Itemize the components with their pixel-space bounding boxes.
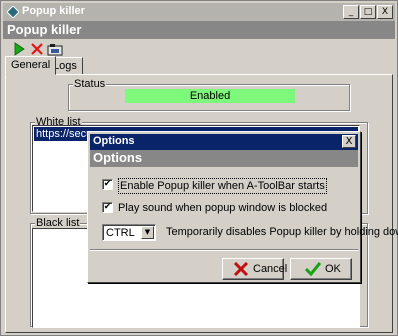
cancel-label: Cancel <box>253 263 288 275</box>
tab-general[interactable]: General <box>5 56 57 75</box>
play-icon[interactable] <box>11 41 27 57</box>
dialog-close-button[interactable]: X <box>342 135 356 148</box>
app-icon <box>7 6 19 18</box>
title-bar[interactable]: Popup killer _ □ X <box>3 3 395 21</box>
header-title: Popup killer <box>7 22 82 37</box>
hold-key-select[interactable]: CTRL ▼ <box>102 224 156 241</box>
cancel-button[interactable]: Cancel <box>222 258 288 280</box>
dialog-divider <box>90 249 358 251</box>
status-indicator: Enabled <box>125 89 295 103</box>
checkmark-icon <box>305 262 321 276</box>
cancel-icon <box>233 262 249 276</box>
window-title: Popup killer <box>22 5 85 17</box>
popup-killer-window: Popup killer _ □ X Popup killer General … <box>0 0 398 336</box>
minimize-button[interactable]: _ <box>343 5 359 19</box>
hold-key-value: CTRL <box>106 227 135 239</box>
enable-on-start-checkbox[interactable]: ✔ <box>102 179 113 190</box>
hold-key-description: Temporarily disables Popup killer by hol… <box>166 226 398 238</box>
dropdown-arrow-icon[interactable]: ▼ <box>141 226 154 239</box>
maximize-button[interactable]: □ <box>360 5 376 19</box>
options-icon[interactable] <box>47 41 63 57</box>
window-header: Popup killer <box>3 21 395 39</box>
dialog-header-title: Options <box>93 150 143 165</box>
ok-button[interactable]: OK <box>290 258 352 280</box>
delete-icon[interactable] <box>29 41 45 57</box>
play-sound-checkbox[interactable]: ✔ <box>102 202 113 213</box>
dialog-title-bar[interactable]: Options X <box>90 134 358 150</box>
ok-label: OK <box>325 263 341 275</box>
options-dialog: Options X Options ✔ Enable Popup killer … <box>87 131 398 283</box>
dialog-header: Options <box>90 150 358 167</box>
status-label: Status <box>73 78 107 90</box>
dialog-title: Options <box>93 135 135 147</box>
play-sound-label: Play sound when popup window is blocked <box>118 202 328 214</box>
enable-on-start-label: Enable Popup killer when A-ToolBar start… <box>118 178 327 194</box>
toolbar <box>3 39 395 59</box>
close-button[interactable]: X <box>377 5 393 19</box>
